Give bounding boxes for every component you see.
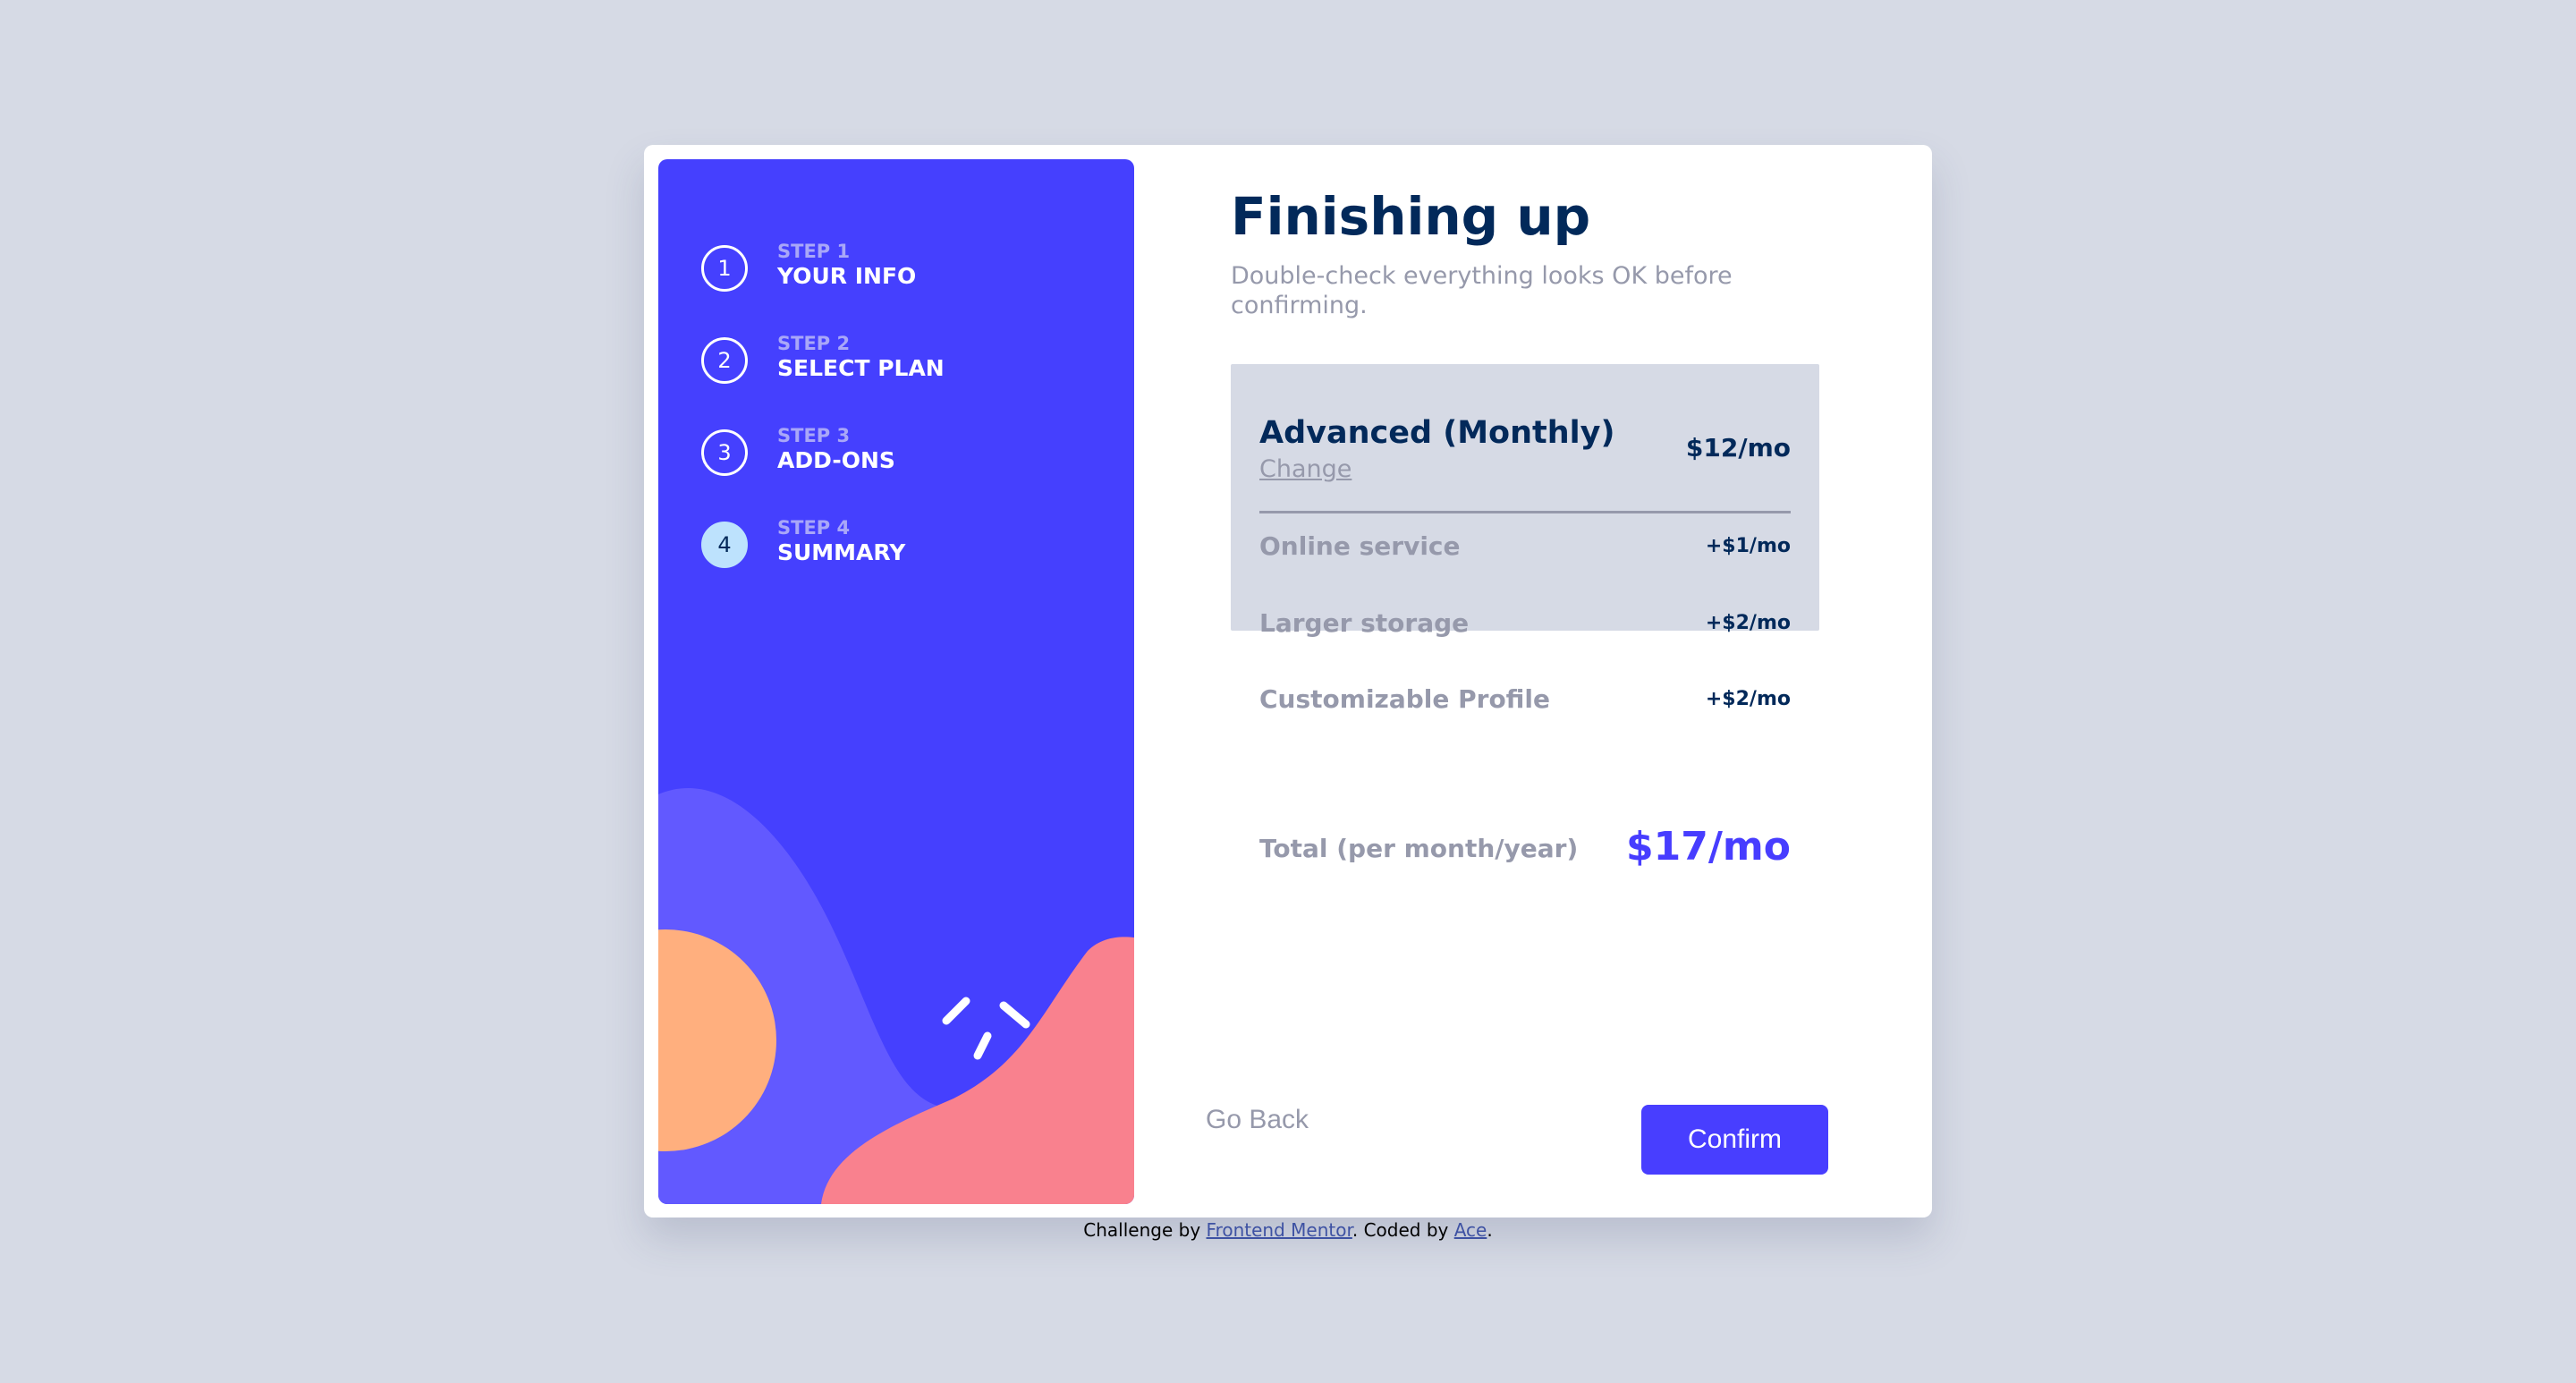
addon-name: Online service (1259, 531, 1461, 561)
change-plan-link[interactable]: Change (1259, 455, 1352, 484)
plan-name: Advanced (Monthly) (1259, 415, 1615, 451)
addon-name: Customizable Profile (1259, 684, 1551, 714)
addon-row-customizable-profile: Customizable Profile +$2/mo (1259, 682, 1791, 717)
frontend-mentor-link[interactable]: Frontend Mentor (1207, 1219, 1352, 1241)
sidebar-wave-decoration (658, 787, 1134, 1204)
step-title: SUMMARY (777, 539, 906, 565)
step-label: STEP 1 (777, 241, 851, 262)
page-subtitle: Double-check everything looks OK before … (1231, 262, 1733, 319)
summary-box: Advanced (Monthly) Change $12/mo Online … (1231, 364, 1819, 714)
form-card: 1 STEP 1 YOUR INFO 2 STEP 2 SELECT PLAN … (644, 145, 1932, 1218)
footer-prefix: Challenge by (1083, 1219, 1207, 1241)
step-text: STEP 1 YOUR INFO (777, 240, 916, 290)
author-link[interactable]: Ace (1454, 1219, 1487, 1241)
step-label: STEP 4 (777, 517, 851, 539)
sidebar: 1 STEP 1 YOUR INFO 2 STEP 2 SELECT PLAN … (658, 159, 1134, 1204)
step-label: STEP 3 (777, 425, 851, 446)
step-label: STEP 2 (777, 333, 851, 354)
addon-row-online-service: Online service +$1/mo (1259, 529, 1791, 564)
step-number-badge: 1 (701, 245, 748, 292)
addon-price: +$2/mo (1705, 688, 1791, 710)
divider (1259, 511, 1791, 513)
step-text: STEP 3 ADD-ONS (777, 424, 895, 474)
confirm-button[interactable]: Confirm (1641, 1105, 1828, 1175)
total-label: Total (per month/year) (1259, 834, 1579, 863)
addon-row-larger-storage: Larger storage +$2/mo (1259, 606, 1791, 641)
step-number-badge-active: 4 (701, 522, 748, 568)
plan-price: $12/mo (1685, 433, 1791, 462)
addon-price: +$1/mo (1705, 535, 1791, 557)
footer-suffix: . (1487, 1219, 1493, 1241)
step-text: STEP 2 SELECT PLAN (777, 332, 945, 382)
addon-name: Larger storage (1259, 608, 1470, 638)
total-price: $17/mo (1626, 824, 1791, 870)
step-number-badge: 2 (701, 337, 748, 384)
step-title: YOUR INFO (777, 263, 917, 289)
footer-middle: . Coded by (1352, 1219, 1454, 1241)
step-number-badge: 3 (701, 429, 748, 476)
addon-price: +$2/mo (1705, 612, 1791, 634)
go-back-button[interactable]: Go Back (1206, 1102, 1309, 1138)
step-title: ADD-ONS (777, 447, 895, 473)
attribution-footer: Challenge by Frontend Mentor. Coded by A… (0, 1218, 2576, 1242)
step-title: SELECT PLAN (777, 355, 945, 381)
step-text: STEP 4 SUMMARY (777, 516, 905, 566)
page-title: Finishing up (1231, 186, 1591, 247)
